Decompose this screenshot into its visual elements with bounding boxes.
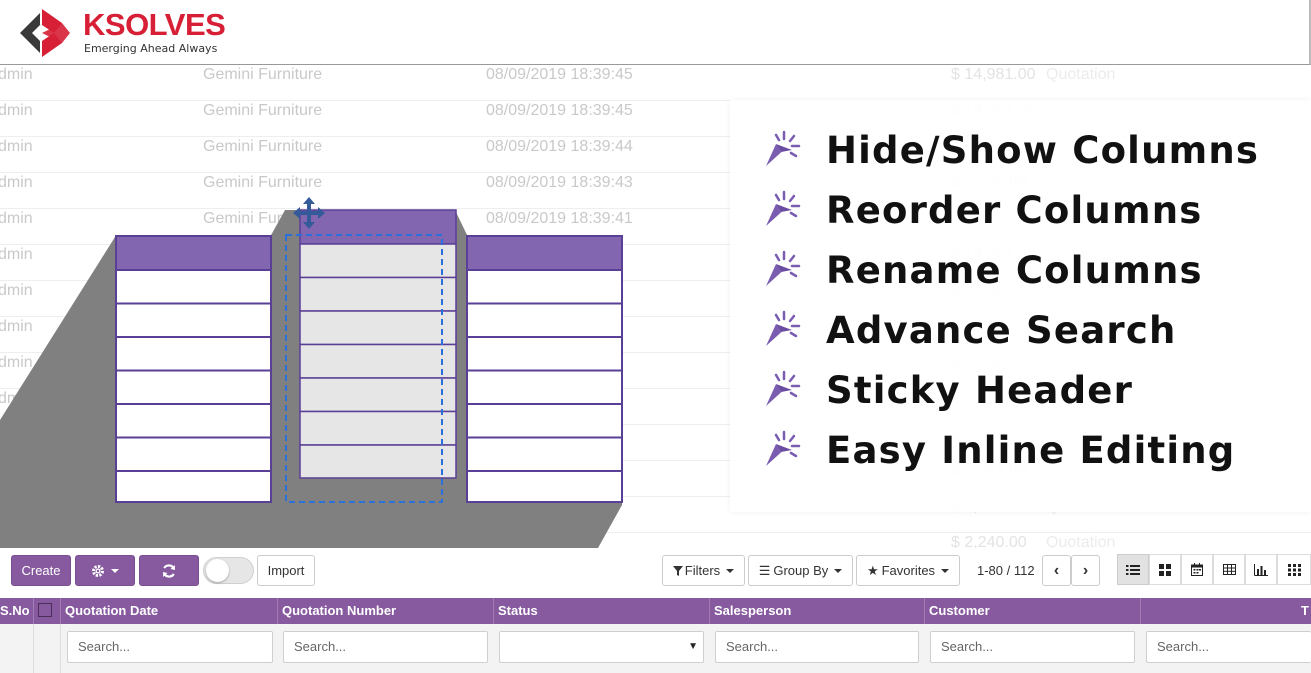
feature-item: Easy Inline Editing bbox=[764, 425, 1234, 475]
background-cell-status: Quotation bbox=[1046, 534, 1116, 548]
grid-view-icon bbox=[1287, 563, 1301, 576]
chevron-down-icon bbox=[834, 568, 843, 573]
feature-item: Advance Search bbox=[764, 305, 1175, 355]
chevron-left-icon: ‹ bbox=[1053, 561, 1060, 579]
list-icon: ☰ bbox=[758, 562, 771, 578]
toggle-switch[interactable] bbox=[203, 557, 254, 584]
column-header-salesperson[interactable]: Salesperson bbox=[710, 598, 925, 624]
pager-value[interactable]: 1-80 / 112 bbox=[977, 563, 1035, 578]
kanban-view-button[interactable] bbox=[1149, 554, 1181, 585]
list-view-icon bbox=[1126, 564, 1140, 575]
calendar-view-icon bbox=[1191, 563, 1203, 576]
favorites-button[interactable]: ★ Favorites bbox=[856, 555, 960, 586]
list-toolbar: Create Import Filters ☰ Group By ★ Favor… bbox=[0, 548, 1311, 595]
feature-item: Hide/Show Columns bbox=[764, 125, 1258, 175]
column-header-customer[interactable]: Customer bbox=[925, 598, 1141, 624]
cursor-click-icon bbox=[766, 130, 801, 166]
cursor-click-icon bbox=[766, 310, 801, 346]
cursor-click-icon bbox=[766, 370, 801, 406]
search-input-salesperson[interactable]: Search... bbox=[715, 631, 919, 663]
import-button[interactable]: Import bbox=[257, 555, 315, 586]
feature-item: Reorder Columns bbox=[764, 185, 1201, 235]
feature-item: Sticky Header bbox=[764, 365, 1132, 415]
brand-name: KSOLVES bbox=[83, 7, 226, 42]
column-header-quotation-date[interactable]: Quotation Date bbox=[61, 598, 278, 624]
column-header-total[interactable]: T bbox=[1141, 598, 1311, 624]
pivot-view-button[interactable] bbox=[1213, 554, 1245, 585]
background-cell-status: Quotation bbox=[1046, 66, 1116, 83]
dragged-column-graphic bbox=[299, 209, 457, 479]
header-bar: KSOLVES Emerging Ahead Always bbox=[0, 0, 1311, 65]
brand-tagline: Emerging Ahead Always bbox=[84, 42, 218, 55]
feature-label: Sticky Header bbox=[826, 369, 1134, 412]
feature-label: Reorder Columns bbox=[826, 189, 1203, 232]
filter-cell-sno bbox=[0, 624, 34, 673]
chevron-right-icon: › bbox=[1082, 561, 1089, 579]
pager-previous-button[interactable]: ‹ bbox=[1042, 555, 1071, 586]
background-cell-amount: $ 14,981.00 bbox=[951, 66, 1036, 83]
cursor-click-icon bbox=[766, 430, 801, 466]
chevron-down-icon: ▼ bbox=[688, 641, 698, 652]
left-column-graphic bbox=[115, 235, 272, 503]
column-header-quotation-number[interactable]: Quotation Number bbox=[278, 598, 494, 624]
feature-label: Easy Inline Editing bbox=[826, 429, 1236, 472]
group-by-label: Group By bbox=[773, 563, 829, 578]
kanban-view-icon bbox=[1159, 563, 1171, 576]
cursor-click-icon bbox=[766, 250, 801, 286]
calendar-view-button[interactable] bbox=[1181, 554, 1213, 585]
filters-label: Filters bbox=[684, 563, 721, 578]
background-cell-amount: $ 2,240.00 bbox=[951, 534, 1027, 548]
bar-chart-icon bbox=[1254, 563, 1268, 576]
cursor-click-icon bbox=[766, 190, 801, 226]
star-icon: ★ bbox=[866, 562, 879, 578]
group-by-button[interactable]: ☰ Group By bbox=[748, 555, 853, 586]
column-header-status[interactable]: Status bbox=[494, 598, 710, 624]
refresh-icon bbox=[162, 563, 176, 578]
ksolves-logo-icon bbox=[20, 9, 70, 57]
select-all-checkbox[interactable] bbox=[38, 603, 52, 617]
refresh-button[interactable] bbox=[139, 555, 199, 586]
right-column-graphic bbox=[466, 235, 623, 503]
feature-item: Rename Columns bbox=[764, 245, 1202, 295]
status-select[interactable]: ▼ bbox=[499, 631, 704, 663]
chevron-down-icon bbox=[726, 568, 735, 573]
column-header-sno[interactable]: S.No bbox=[0, 598, 34, 624]
search-input-total[interactable]: Search... bbox=[1146, 631, 1311, 663]
feature-label: Advance Search bbox=[826, 309, 1177, 352]
search-input-quotation-date[interactable]: Search... bbox=[67, 631, 273, 663]
column-search-row: Search... Search... ▼ Search... Search..… bbox=[0, 624, 1311, 673]
list-view-button[interactable] bbox=[1117, 554, 1149, 585]
feature-label: Rename Columns bbox=[826, 249, 1203, 292]
filters-button[interactable]: Filters bbox=[662, 555, 745, 586]
feature-label: Hide/Show Columns bbox=[826, 129, 1260, 172]
features-panel: Hide/Show Columns Reorder Columns Rename C… bbox=[730, 100, 1311, 512]
chevron-down-icon bbox=[111, 568, 119, 573]
pager-next-button[interactable]: › bbox=[1071, 555, 1100, 586]
settings-button[interactable] bbox=[75, 555, 135, 586]
filter-icon bbox=[672, 565, 683, 576]
grid-view-button[interactable] bbox=[1277, 554, 1311, 585]
chevron-down-icon bbox=[941, 568, 950, 573]
filter-cell-select bbox=[34, 624, 61, 673]
favorites-label: Favorites bbox=[881, 563, 936, 578]
graph-view-button[interactable] bbox=[1245, 554, 1277, 585]
create-button[interactable]: Create bbox=[11, 555, 71, 586]
search-input-customer[interactable]: Search... bbox=[930, 631, 1135, 663]
gear-icon bbox=[92, 564, 104, 577]
reorder-columns-illustration bbox=[0, 197, 623, 548]
table-header: S.No Quotation Date Quotation Number Sta… bbox=[0, 598, 1311, 624]
table-view-icon bbox=[1222, 564, 1236, 575]
search-input-quotation-number[interactable]: Search... bbox=[283, 631, 488, 663]
